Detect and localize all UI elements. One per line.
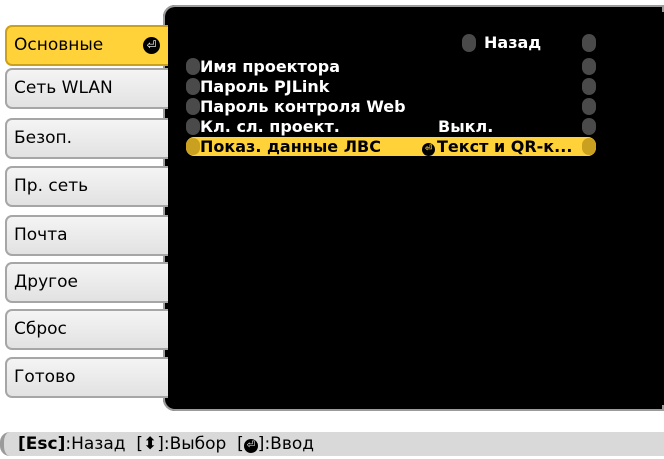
- row-cap-right: [582, 58, 596, 75]
- row-cap-right: [582, 138, 596, 155]
- button-cap-left: [462, 34, 476, 52]
- enter-icon: ⏎: [422, 143, 435, 156]
- sidebar-item-wired-network[interactable]: Пр. сеть: [5, 166, 168, 207]
- menu-row-value: Текст и QR-к...: [437, 137, 573, 156]
- sidebar-item-label: Пр. сеть: [14, 176, 89, 196]
- enter-icon: ⏎: [243, 439, 258, 453]
- row-cap-left: [186, 138, 200, 155]
- sidebar-item-label: Сеть WLAN: [14, 78, 113, 98]
- menu-row-projector-name[interactable]: Имя проектора: [186, 57, 596, 76]
- row-cap-left: [186, 98, 200, 115]
- up-down-arrow-icon: ⬍: [142, 434, 158, 454]
- sidebar-item-label: Другое: [14, 272, 78, 292]
- menu-row-label: Пароль контроля Web: [200, 97, 406, 116]
- button-cap-right: [582, 34, 596, 52]
- menu-row-moderator-password[interactable]: Кл. сл. проект. Выкл.: [186, 117, 596, 136]
- sidebar-item-mail[interactable]: Почта: [5, 215, 168, 256]
- sidebar-item-label: Почта: [14, 225, 68, 245]
- row-cap-right: [582, 118, 596, 135]
- sidebar-item-label: Сброс: [14, 319, 67, 339]
- sidebar-item-other[interactable]: Другое: [5, 262, 168, 303]
- row-cap-right: [582, 78, 596, 95]
- menu-row-display-lan-info[interactable]: Показ. данные ЛВС ⏎ Текст и QR-к...: [186, 137, 596, 156]
- enter-icon: ⏎: [143, 37, 160, 54]
- menu-row-value: Выкл.: [438, 117, 494, 136]
- select-action-hint: :Выбор: [163, 434, 227, 454]
- row-cap-left: [186, 118, 200, 135]
- menu-row-label: Пароль PJLink: [200, 77, 330, 96]
- sidebar-item-label: Готово: [14, 367, 76, 387]
- row-cap-left: [186, 58, 200, 75]
- select-key-close: ]: [157, 434, 164, 454]
- sidebar-item-label: Основные: [14, 35, 104, 55]
- footer-hint-bar: [Esc]:Назад [⬍]:Выбор [⏎]:Ввод: [0, 432, 664, 456]
- row-cap-left: [186, 78, 200, 95]
- sidebar-item-wlan[interactable]: Сеть WLAN: [5, 68, 168, 109]
- back-button-label: Назад: [484, 33, 542, 52]
- esc-key-hint: [Esc]: [18, 434, 66, 454]
- sidebar-item-done[interactable]: Готово: [5, 357, 168, 398]
- sidebar-item-reset[interactable]: Сброс: [5, 309, 168, 350]
- row-cap-right: [582, 98, 596, 115]
- menu-row-label: Кл. сл. проект.: [200, 117, 340, 136]
- menu-row-value-wrap: ⏎ Текст и QR-к...: [422, 137, 572, 156]
- enter-action-hint: :Ввод: [264, 434, 315, 454]
- back-button[interactable]: Назад: [462, 33, 596, 53]
- menu-row-web-control-password[interactable]: Пароль контроля Web: [186, 97, 596, 116]
- menu-row-label: Имя проектора: [200, 57, 341, 76]
- sidebar-item-security[interactable]: Безоп.: [5, 118, 168, 159]
- select-key-open: [: [136, 434, 143, 454]
- menu-row-label: Показ. данные ЛВС: [200, 137, 381, 156]
- sidebar-item-label: Безоп.: [14, 128, 73, 148]
- menu-row-pjlink-password[interactable]: Пароль PJLink: [186, 77, 596, 96]
- esc-action-hint: :Назад: [65, 434, 126, 454]
- enter-key-open: [: [237, 434, 244, 454]
- sidebar-item-basic[interactable]: Основные ⏎: [5, 25, 168, 66]
